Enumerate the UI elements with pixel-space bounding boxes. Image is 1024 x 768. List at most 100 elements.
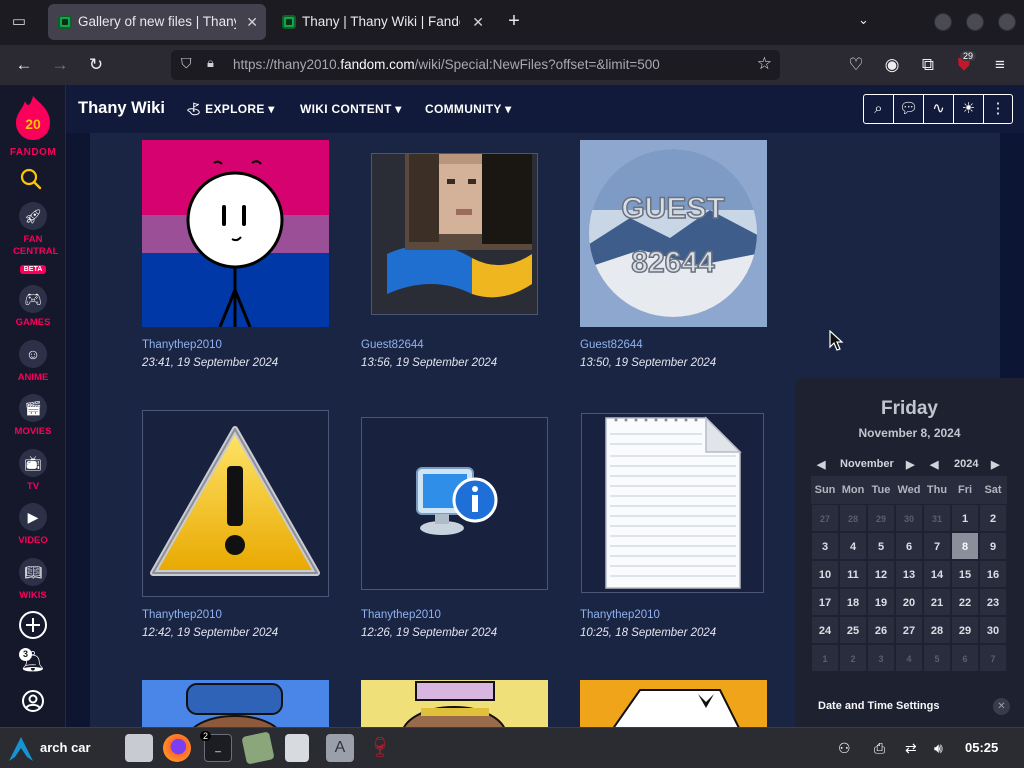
file-uploader-link[interactable]: Guest82644 (361, 339, 424, 351)
calendar-day[interactable]: 6 (895, 532, 923, 560)
calendar-day[interactable]: 24 (811, 616, 839, 644)
calendar-day-outside-month[interactable]: 6 (951, 644, 979, 672)
calendar-day[interactable]: 13 (895, 560, 923, 588)
file-uploader-link[interactable]: Thanythep2010 (361, 609, 441, 621)
file-thumbnail[interactable] (581, 413, 764, 593)
rail-item-wikis[interactable]: 📖︎ WIKIS (0, 558, 66, 602)
search-icon[interactable] (20, 168, 46, 194)
explore-menu[interactable]: ⛳︎ EXPLORE ▾ (186, 102, 275, 116)
file-thumbnail[interactable] (142, 140, 329, 327)
notifications-button[interactable]: 🔔︎ 3 (0, 648, 66, 674)
calendar-day[interactable]: 22 (951, 588, 979, 616)
account-icon[interactable]: ◉ (881, 54, 903, 76)
url-text[interactable]: https://thany2010.fandom.com/wiki/Specia… (233, 50, 660, 80)
next-year-button[interactable]: ▶ (991, 458, 999, 471)
next-month-button[interactable]: ▶ (906, 458, 914, 471)
back-arrow-icon[interactable]: ← (13, 54, 35, 76)
storage-icon[interactable] (285, 734, 309, 762)
printer-icon[interactable]: ⎙ (874, 740, 885, 757)
user-account-button[interactable] (0, 689, 66, 718)
calendar-day[interactable]: 17 (811, 588, 839, 616)
calendar-day[interactable]: 11 (839, 560, 867, 588)
prev-year-button[interactable]: ◀ (930, 458, 938, 471)
calendar-day[interactable]: 23 (979, 588, 1007, 616)
calendar-day[interactable]: 14 (923, 560, 951, 588)
calendar-day-outside-month[interactable]: 7 (979, 644, 1007, 672)
bluetooth-icon[interactable]: ⚇ (838, 740, 851, 757)
calendar-day[interactable]: 10 (811, 560, 839, 588)
activity-icon[interactable]: ∿ (924, 95, 954, 123)
calendar-day-outside-month[interactable]: 5 (923, 644, 951, 672)
calendar-day[interactable]: 19 (867, 588, 895, 616)
tab-list-icon[interactable]: ▭ (8, 12, 30, 32)
calendar-day-outside-month[interactable]: 4 (895, 644, 923, 672)
minimize-button[interactable] (934, 13, 952, 31)
extensions-icon[interactable]: ⧉ (917, 54, 939, 76)
lock-icon[interactable]: 🔒︎ (207, 55, 223, 75)
file-thumbnail[interactable] (142, 680, 329, 727)
tracking-shield-icon[interactable]: ⛉ (181, 55, 197, 75)
calendar-day-outside-month[interactable]: 1 (811, 644, 839, 672)
theme-toggle-icon[interactable]: ☀ (954, 95, 984, 123)
tab-close-icon[interactable]: ✕ (472, 4, 484, 40)
calendar-day[interactable]: 20 (895, 588, 923, 616)
file-uploader-link[interactable]: Thanythep2010 (142, 609, 222, 621)
calendar-day[interactable]: 28 (923, 616, 951, 644)
firefox-icon[interactable] (163, 734, 191, 762)
wiki-title[interactable]: Thany Wiki (78, 99, 165, 118)
calendar-day[interactable]: 7 (923, 532, 951, 560)
image-viewer-icon[interactable] (241, 731, 275, 765)
rail-item-fan-central[interactable]: 🚀︎ FAN CENTRAL BETA (0, 202, 66, 276)
close-icon[interactable]: ✕ (993, 698, 1010, 715)
community-menu[interactable]: COMMUNITY ▾ (425, 102, 511, 116)
file-thumbnail[interactable] (371, 153, 538, 315)
calendar-day[interactable]: 16 (979, 560, 1007, 588)
file-thumbnail[interactable] (580, 680, 767, 727)
discussions-icon[interactable]: 💬︎ (894, 95, 924, 123)
file-thumbnail[interactable] (361, 417, 548, 590)
fandom-logo[interactable]: 20 (13, 95, 53, 141)
rail-item-anime[interactable]: ☺ ANIME (0, 340, 66, 384)
calendar-day[interactable]: 9 (979, 532, 1007, 560)
pocket-icon[interactable]: ♡ (845, 54, 867, 76)
file-uploader-link[interactable]: Thanythep2010 (142, 339, 222, 351)
calendar-day-outside-month[interactable]: 3 (867, 644, 895, 672)
calendar-day[interactable]: 2 (979, 504, 1007, 532)
wine-glass-icon[interactable]: 🍷︎ (366, 734, 394, 762)
calendar-day-outside-month[interactable]: 27 (811, 504, 839, 532)
file-uploader-link[interactable]: Thanythep2010 (580, 609, 660, 621)
url-bar[interactable]: ⛉ 🔒︎ https://thany2010.fandom.com/wiki/S… (171, 50, 780, 80)
date-time-settings-link[interactable]: Date and Time Settings (818, 700, 939, 712)
maximize-button[interactable] (966, 13, 984, 31)
new-tab-button[interactable]: + (503, 10, 525, 32)
file-thumbnail[interactable] (142, 410, 329, 597)
calendar-day[interactable]: 15 (951, 560, 979, 588)
arch-logo-icon[interactable] (8, 736, 34, 762)
create-button[interactable] (0, 610, 66, 645)
calendar-day-today[interactable]: 8 (951, 532, 979, 560)
calendar-day[interactable]: 26 (867, 616, 895, 644)
rail-item-games[interactable]: 🎮︎ GAMES (0, 285, 66, 329)
taskbar-clock[interactable]: 05:25 (965, 740, 998, 755)
calendar-day[interactable]: 25 (839, 616, 867, 644)
calendar-day[interactable]: 1 (951, 504, 979, 532)
volume-icon[interactable]: 🔊︎ (934, 740, 943, 757)
calendar-day[interactable]: 27 (895, 616, 923, 644)
calendar-day-outside-month[interactable]: 29 (867, 504, 895, 532)
rail-item-movies[interactable]: 🎬︎ MOVIES (0, 394, 66, 438)
file-thumbnail[interactable] (361, 680, 548, 727)
calendar-day[interactable]: 21 (923, 588, 951, 616)
rail-item-video[interactable]: ▶ VIDEO (0, 503, 66, 547)
calendar-day-outside-month[interactable]: 31 (923, 504, 951, 532)
tab-thany[interactable]: Thany | Thany Wiki | Fandom ✕ (272, 4, 492, 40)
bookmark-star-icon[interactable]: ☆ (757, 54, 772, 74)
calendar-day[interactable]: 18 (839, 588, 867, 616)
start-menu-label[interactable]: arch car (40, 740, 91, 755)
calendar-day[interactable]: 4 (839, 532, 867, 560)
calendar-day[interactable]: 29 (951, 616, 979, 644)
calendar-day-outside-month[interactable]: 30 (895, 504, 923, 532)
calendar-day[interactable]: 5 (867, 532, 895, 560)
network-icon[interactable]: ⇄ (905, 740, 917, 757)
reload-icon[interactable]: ↻ (85, 54, 107, 76)
file-thumbnail[interactable]: GUEST 82644 (580, 140, 767, 327)
